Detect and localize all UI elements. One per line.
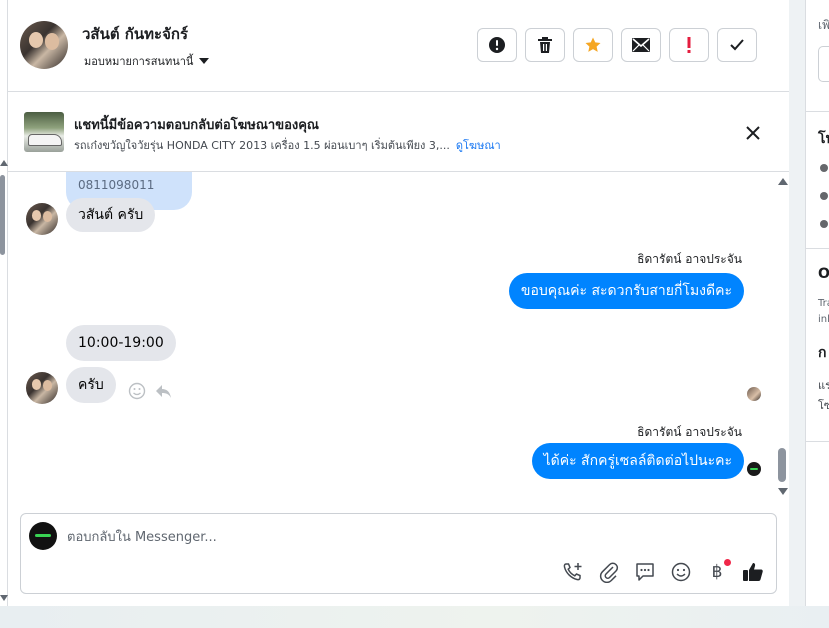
sender-name: ธิดารัตน์ อาจประจัน [637, 425, 742, 439]
reply-icon[interactable] [154, 382, 172, 400]
details-section-title: โป [818, 131, 829, 147]
baht-icon: ฿ [711, 562, 723, 582]
thumbs-up-icon [743, 563, 763, 581]
location-icon [820, 220, 828, 228]
details-search-input[interactable] [818, 46, 829, 82]
scroll-down-icon[interactable] [778, 488, 788, 495]
contact-name[interactable]: วสันต์ กันทะจักร์ [82, 22, 188, 46]
divider [806, 111, 829, 112]
contact-avatar-small[interactable] [26, 203, 58, 235]
details-section-title: O [818, 266, 829, 282]
details-text: Tra [818, 298, 829, 309]
caret-down-icon [199, 58, 210, 64]
seen-avatar [747, 387, 761, 401]
emoji-reaction-icon[interactable] [128, 382, 146, 400]
saved-reply-icon [636, 563, 654, 581]
exclamation-icon [687, 37, 691, 53]
emoji-icon [671, 562, 691, 582]
ad-thumbnail [24, 112, 64, 152]
message-input[interactable] [67, 526, 727, 548]
outgoing-message[interactable]: ได้ค่ะ สักครู่เซลล์ติดต่อไปนะคะ [531, 443, 744, 479]
alert-circle-icon [489, 37, 505, 53]
contact-avatar-small[interactable] [26, 372, 58, 404]
outgoing-message[interactable]: ขอบคุณค่ะ สะดวกรับสายกี่โมงดีคะ [508, 273, 744, 309]
divider [806, 441, 829, 442]
star-icon [585, 37, 601, 52]
paperclip-icon [599, 562, 619, 583]
star-button[interactable] [573, 28, 613, 62]
briefcase-icon [820, 192, 828, 200]
trash-icon [538, 37, 552, 53]
scroll-thumb[interactable] [0, 175, 5, 255]
incoming-message[interactable]: ครับ [66, 367, 116, 403]
message-scrollbar[interactable] [777, 172, 789, 502]
call-add-icon [563, 563, 582, 581]
incoming-message[interactable]: 10:00-19:00 [66, 325, 176, 361]
call-add-button[interactable] [561, 560, 585, 584]
check-icon [730, 39, 744, 51]
details-section-title: ก [818, 345, 827, 361]
reply-composer: ฿ [20, 513, 777, 594]
scroll-up-icon[interactable] [778, 178, 788, 185]
envelope-icon [632, 38, 650, 52]
ad-reply-banner: แชทนี้มีข้อความตอบกลับต่อโฆษณาของคุณ รถเ… [8, 92, 789, 172]
scroll-thumb[interactable] [778, 448, 786, 482]
saved-reply-button[interactable] [633, 560, 657, 584]
done-button[interactable] [717, 28, 757, 62]
like-button[interactable] [741, 560, 765, 584]
spam-button[interactable] [477, 28, 517, 62]
mark-unread-button[interactable] [621, 28, 661, 62]
payment-button[interactable]: ฿ [705, 559, 731, 584]
conversation-panel: วสันต์ กันทะจักร์ มอบหมายการสนทนานี้ แชท… [8, 0, 789, 606]
message-list: 0811098011 วสันต์ ครับ ธิดารัตน์ อาจประจ… [8, 172, 789, 502]
view-ad-link[interactable]: ดูโฆษณา [456, 139, 501, 152]
scroll-up-icon[interactable] [0, 160, 8, 166]
details-text: แร [818, 379, 829, 392]
ad-description-text: รถเก๋งขวัญใจวัยรุ่น HONDA CITY 2013 เครื… [74, 139, 450, 152]
notification-dot [724, 559, 731, 566]
assign-label: มอบหมายการสนทนานี้ [84, 55, 194, 68]
incoming-message[interactable]: วสันต์ ครับ [66, 198, 156, 232]
scroll-down-icon[interactable] [0, 595, 8, 601]
left-scrollbar[interactable] [0, 0, 8, 606]
sender-name: ธิดารัตน์ อาจประจัน [637, 252, 742, 266]
details-text: inl [818, 314, 829, 325]
attach-button[interactable] [597, 560, 621, 584]
details-search-label: เพิ [818, 18, 829, 32]
clock-icon [820, 164, 828, 172]
page-background-strip [0, 606, 829, 628]
ad-title: แชทนี้มีข้อความตอบกลับต่อโฆษณาของคุณ [74, 118, 319, 133]
message-actions [128, 382, 172, 400]
emoji-button[interactable] [669, 560, 693, 584]
assign-conversation-dropdown[interactable]: มอบหมายการสนทนานี้ [84, 52, 210, 70]
page-avatar [29, 522, 57, 550]
ad-description: รถเก๋งขวัญใจวัยรุ่น HONDA CITY 2013 เครื… [74, 136, 501, 154]
follow-up-button[interactable] [669, 28, 709, 62]
contact-avatar[interactable] [20, 21, 68, 69]
conversation-header: วสันต์ กันทะจักร์ มอบหมายการสนทนานี้ [8, 0, 789, 92]
divider [806, 248, 829, 249]
details-text: โซ [818, 399, 829, 412]
composer-toolbar: ฿ [561, 559, 765, 584]
details-panel: เพิ โป O Tra inl ก แร โซ [805, 0, 829, 606]
seen-avatar [747, 462, 761, 476]
close-icon[interactable] [742, 122, 764, 144]
delete-button[interactable] [525, 28, 565, 62]
